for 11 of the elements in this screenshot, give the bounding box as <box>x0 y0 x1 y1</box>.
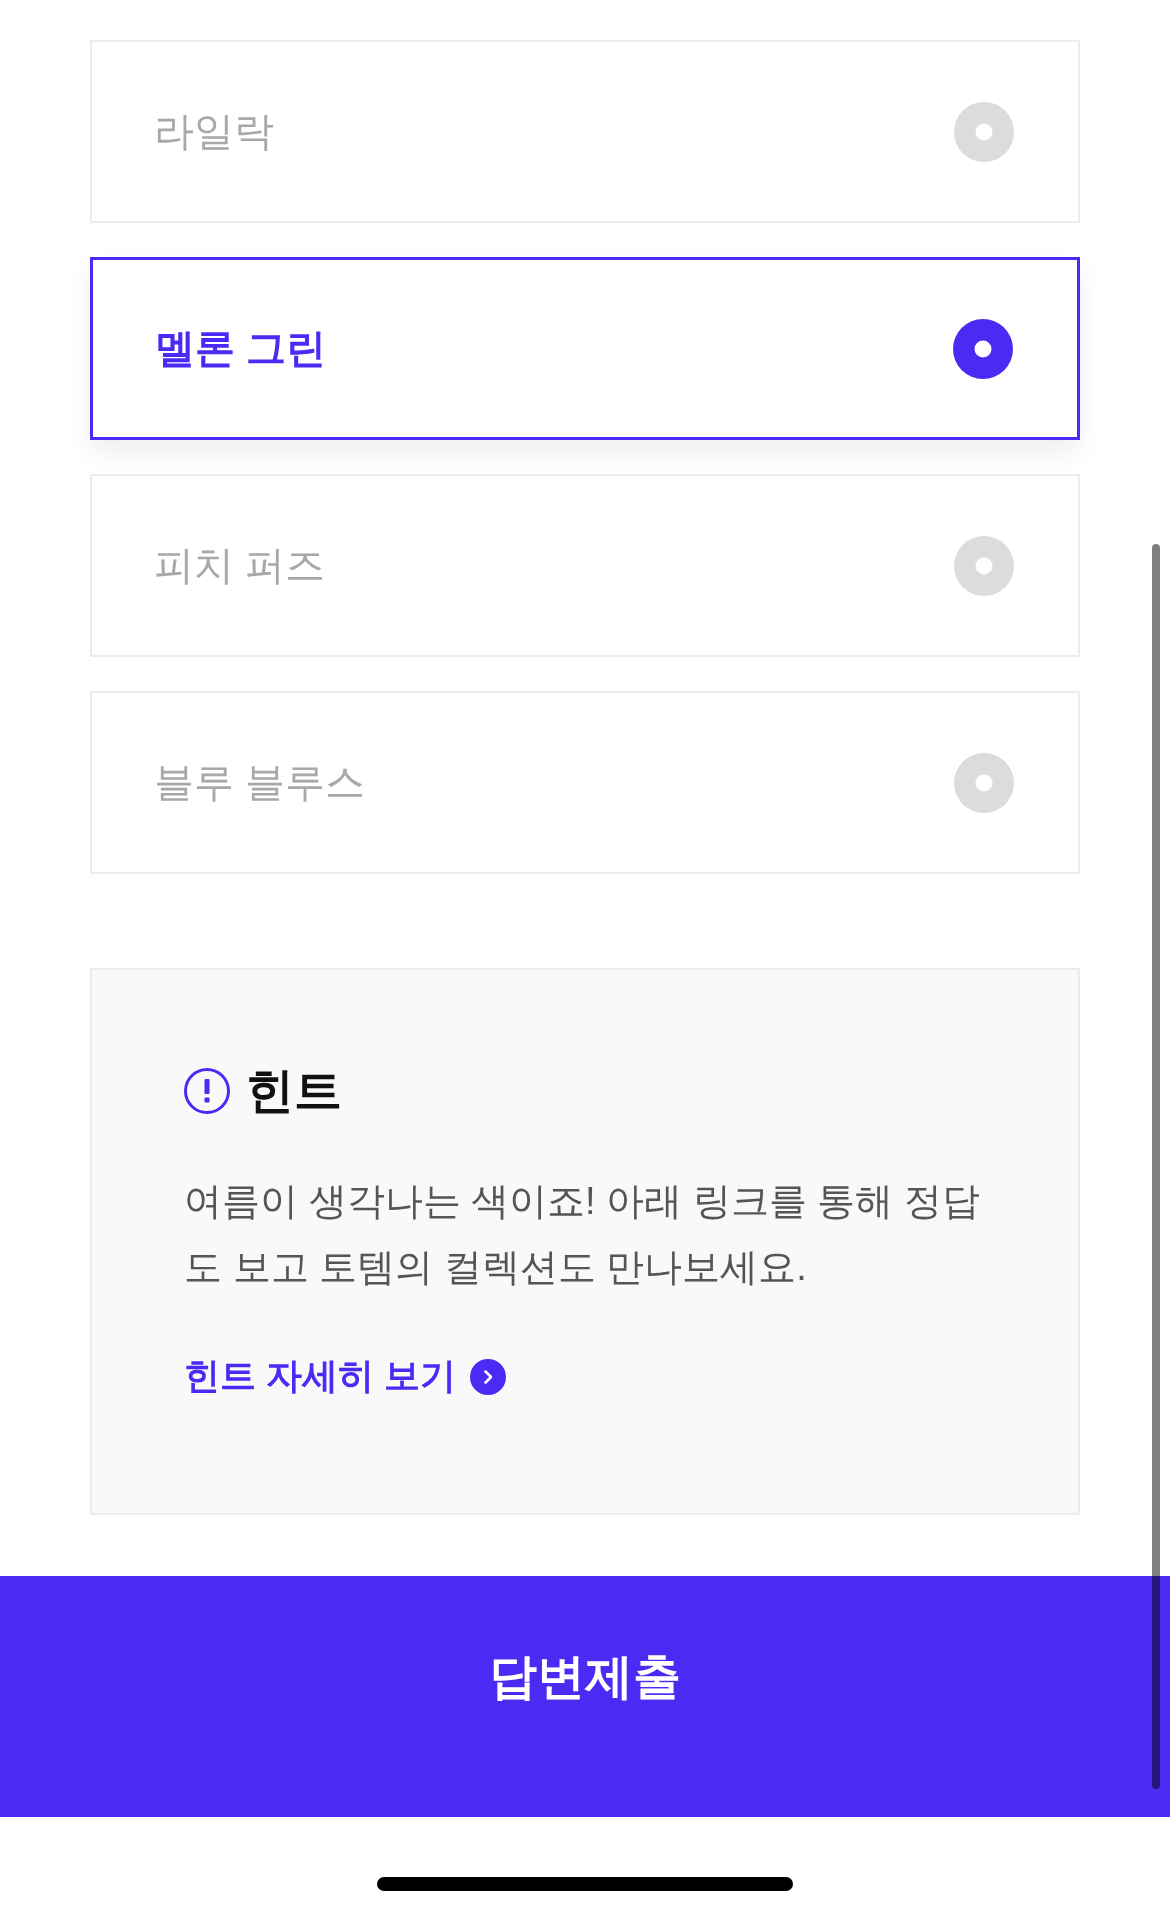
submit-answer-button[interactable]: 답변제출 <box>0 1576 1170 1817</box>
hint-title: 힌트 <box>246 1066 342 1116</box>
radio-icon <box>953 318 1013 379</box>
radio-icon <box>954 101 1014 162</box>
radio-icon <box>954 752 1014 813</box>
chevron-right-icon <box>470 1358 506 1395</box>
hint-details-link[interactable]: 힌트 자세히 보기 <box>184 1352 506 1401</box>
hint-text: 여름이 생각나는 색이죠! 아래 링크를 통해 정답도 보고 토템의 컬렉션도 만나보세요. <box>184 1179 981 1290</box>
radio-icon <box>954 535 1014 596</box>
alert-circle-icon <box>184 1068 230 1114</box>
answer-option[interactable]: 멜론 그린 <box>90 257 1080 440</box>
